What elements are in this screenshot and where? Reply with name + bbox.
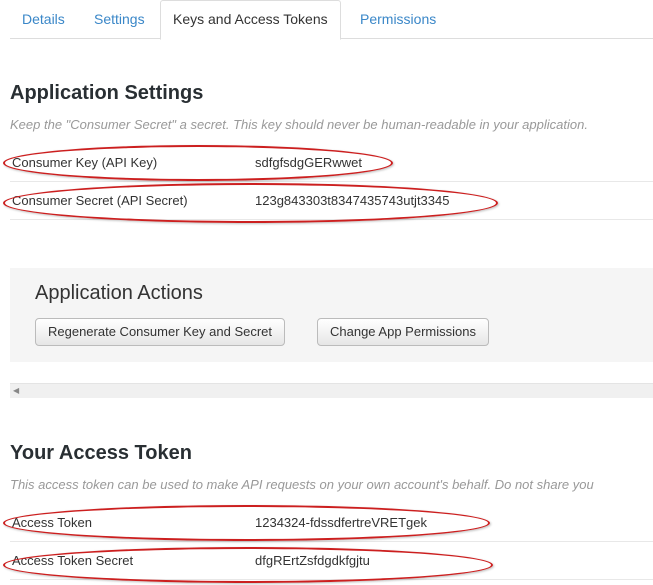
tab-keys-and-access-tokens[interactable]: Keys and Access Tokens <box>160 0 341 40</box>
access-token-subtitle: This access token can be used to make AP… <box>10 477 594 492</box>
tab-permissions[interactable]: Permissions <box>348 0 448 39</box>
access-token-secret-value: dfgRErtZsfdgdkfgjtu <box>255 553 370 568</box>
application-actions-heading: Application Actions <box>35 282 203 304</box>
consumer-key-label: Consumer Key (API Key) <box>12 155 158 170</box>
access-token-secret-label: Access Token Secret <box>12 553 134 568</box>
tab-bar: Details Settings Keys and Access Tokens … <box>10 0 653 40</box>
tab-settings[interactable]: Settings <box>82 0 157 39</box>
consumer-secret-value: 123g843303t8347435743utjt3345 <box>255 193 450 208</box>
consumer-secret-label: Consumer Secret (API Secret) <box>12 193 188 208</box>
consumer-key-value: sdfgfsdgGERwwet <box>255 155 362 170</box>
change-app-permissions-button[interactable]: Change App Permissions <box>317 318 489 346</box>
access-token-heading: Your Access Token <box>10 442 192 464</box>
tab-details[interactable]: Details <box>10 0 77 39</box>
horizontal-scrollbar[interactable]: ◀ <box>10 383 653 398</box>
application-settings-subtitle: Keep the "Consumer Secret" a secret. Thi… <box>10 117 588 132</box>
consumer-secret-row: Consumer Secret (API Secret) 123g843303t… <box>10 182 653 220</box>
access-token-value: 1234324-fdssdfertreVRETgek <box>255 515 427 530</box>
regenerate-consumer-key-button[interactable]: Regenerate Consumer Key and Secret <box>35 318 286 346</box>
access-token-secret-row: Access Token Secret dfgRErtZsfdgdkfgjtu <box>10 542 653 580</box>
access-token-label: Access Token <box>12 515 92 530</box>
application-actions-panel: Application Actions Regenerate Consumer … <box>10 268 653 362</box>
application-settings-heading: Application Settings <box>10 82 204 104</box>
access-token-row: Access Token 1234324-fdssdfertreVRETgek <box>10 504 653 542</box>
consumer-key-row: Consumer Key (API Key) sdfgfsdgGERwwet <box>10 144 653 182</box>
triangle-left-icon[interactable]: ◀ <box>13 386 19 395</box>
